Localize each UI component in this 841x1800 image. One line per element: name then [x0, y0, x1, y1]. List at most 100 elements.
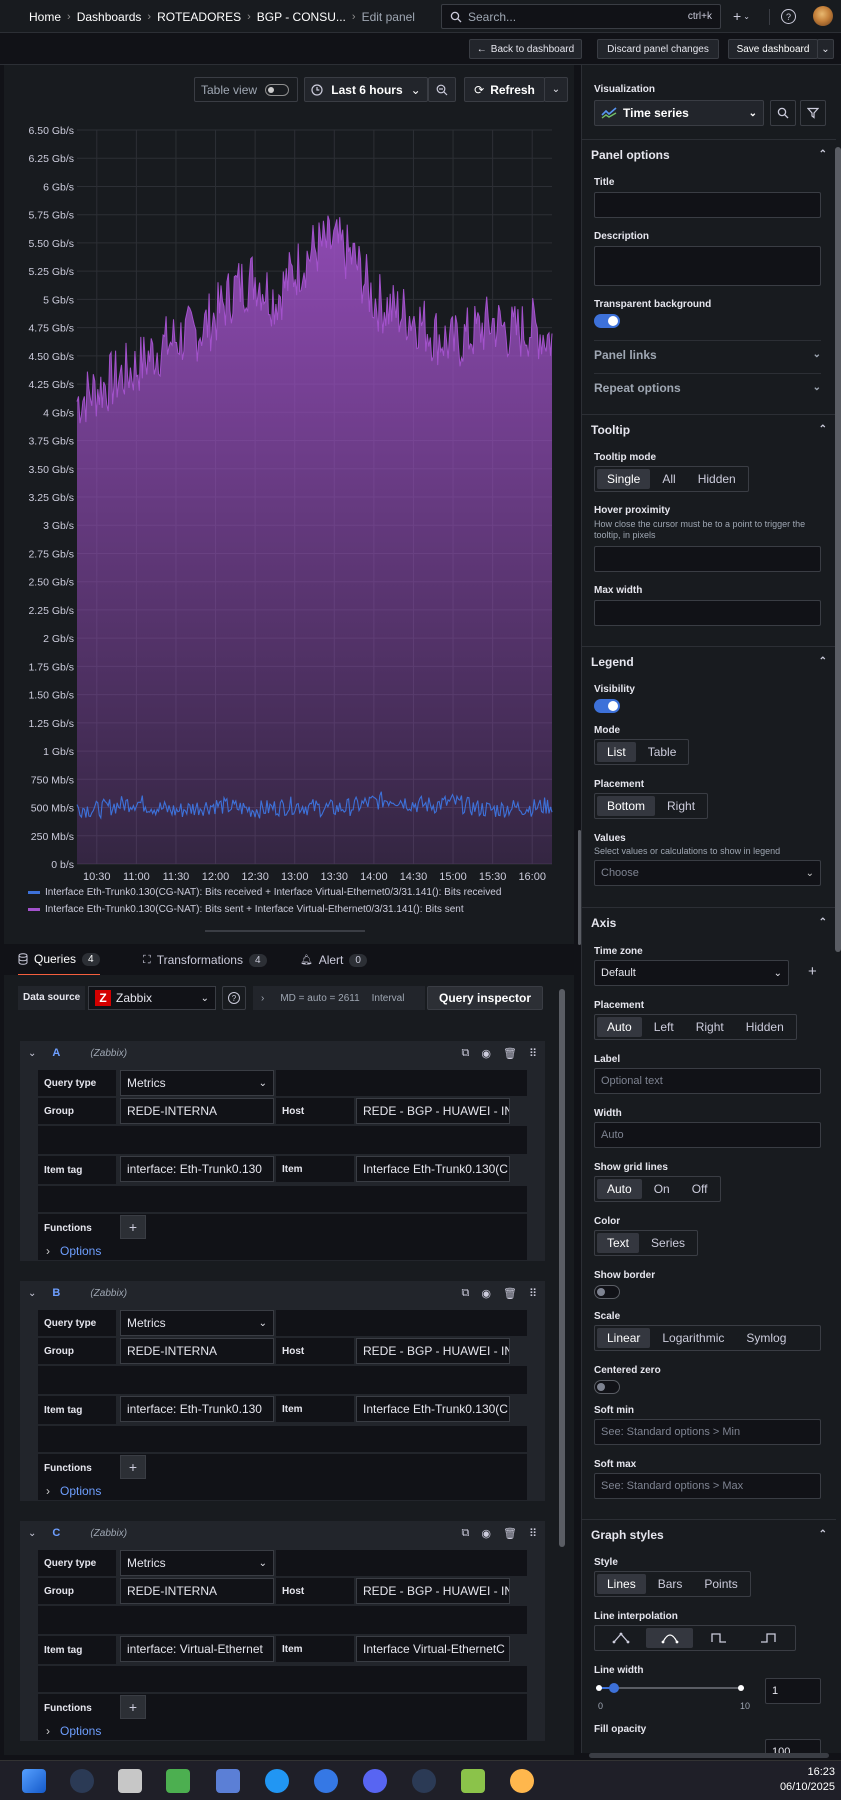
trash-icon[interactable]: 🗑︎: [503, 1527, 517, 1540]
axis-width-input[interactable]: Auto: [594, 1122, 821, 1148]
hover-proximity-input[interactable]: [594, 546, 821, 572]
discord-icon[interactable]: [363, 1769, 387, 1793]
app-icon-2[interactable]: [118, 1769, 142, 1793]
search-input[interactable]: Search... ctrl+k: [441, 4, 721, 29]
host-input[interactable]: REDE - BGP - HUAWEI - IN: [356, 1578, 510, 1604]
scale-linear[interactable]: Linear: [597, 1328, 651, 1348]
style-bars[interactable]: Bars: [648, 1574, 693, 1594]
query-type-select[interactable]: Metrics ⌄: [120, 1070, 274, 1096]
breadcrumb-dashboards[interactable]: Dashboards: [77, 10, 142, 24]
axis-color-series[interactable]: Series: [641, 1233, 695, 1253]
grid-lines-on[interactable]: On: [644, 1179, 680, 1199]
app-icon-4[interactable]: [216, 1769, 240, 1793]
legend-section[interactable]: Legend ⌃: [582, 646, 836, 676]
add-function-button[interactable]: +: [120, 1695, 146, 1719]
soft-max-input[interactable]: See: Standard options > Max: [594, 1473, 821, 1499]
notepad-icon[interactable]: [166, 1769, 190, 1793]
item-input[interactable]: Interface Eth-Trunk0.130(C: [356, 1156, 510, 1182]
save-options-dropdown[interactable]: ⌄: [817, 39, 834, 59]
values-select[interactable]: Choose ⌄: [594, 860, 821, 886]
tab-queries[interactable]: Queries 4: [18, 944, 100, 976]
interp-step-before-icon[interactable]: [695, 1628, 742, 1648]
drag-handle-icon[interactable]: ⠿: [529, 1287, 537, 1300]
axis-placement-left[interactable]: Left: [644, 1017, 684, 1037]
query-id[interactable]: A: [52, 1047, 60, 1059]
chevron-down-icon[interactable]: ⌄: [28, 1288, 36, 1299]
tab-transformations[interactable]: ⛶ Transformations 4: [143, 944, 267, 976]
filter-options-button[interactable]: [800, 100, 826, 126]
trash-icon[interactable]: 🗑︎: [503, 1287, 517, 1300]
discard-changes-button[interactable]: Discard panel changes: [597, 39, 719, 59]
options-toggle[interactable]: › Options: [38, 1482, 527, 1500]
app-icon-8[interactable]: [412, 1769, 436, 1793]
duplicate-icon[interactable]: ⧉: [462, 1527, 470, 1540]
item-input[interactable]: Interface Virtual-EthernetC: [356, 1636, 510, 1662]
resize-splitter[interactable]: [205, 930, 365, 932]
save-dashboard-button[interactable]: Save dashboard: [728, 39, 818, 59]
trash-icon[interactable]: 🗑︎: [503, 1047, 517, 1060]
tooltip-section[interactable]: Tooltip ⌃: [582, 414, 836, 444]
fill-opacity-input[interactable]: 100: [765, 1739, 821, 1753]
eye-icon[interactable]: ◉: [481, 1527, 491, 1540]
query-id[interactable]: C: [52, 1527, 60, 1539]
host-input[interactable]: REDE - BGP - HUAWEI - IN: [356, 1098, 510, 1124]
eye-icon[interactable]: ◉: [481, 1047, 491, 1060]
legend-visibility-toggle[interactable]: [594, 699, 620, 713]
interp-step-after-icon[interactable]: [744, 1628, 791, 1648]
title-input[interactable]: [594, 192, 821, 218]
datasource-picker[interactable]: Z Zabbix ⌄: [88, 986, 216, 1010]
add-function-button[interactable]: +: [120, 1215, 146, 1239]
query-id[interactable]: B: [52, 1287, 60, 1299]
visualization-picker[interactable]: Time series ⌄: [594, 100, 764, 126]
system-clock[interactable]: 16:23 06/10/2025: [770, 1765, 835, 1795]
options-toggle[interactable]: › Options: [38, 1722, 527, 1740]
style-points[interactable]: Points: [694, 1574, 747, 1594]
axis-placement-hidden[interactable]: Hidden: [736, 1017, 794, 1037]
tooltip-mode-hidden[interactable]: Hidden: [688, 469, 746, 489]
scrollbar[interactable]: [835, 147, 841, 952]
panel-options-section[interactable]: Panel options ⌃: [582, 139, 836, 169]
graph-styles-section[interactable]: Graph styles ⌃: [582, 1519, 836, 1549]
search-options-button[interactable]: [770, 100, 796, 126]
line-width-slider[interactable]: [596, 1682, 744, 1694]
legend-placement-right[interactable]: Right: [657, 796, 705, 816]
timezone-select[interactable]: Default ⌄: [594, 960, 789, 986]
scrollbar[interactable]: [559, 989, 565, 1547]
panel-links-row[interactable]: Panel links ⌄: [594, 340, 821, 368]
axis-label-input[interactable]: Optional text: [594, 1068, 821, 1094]
line-width-input[interactable]: 1: [765, 1678, 821, 1704]
query-options[interactable]: › MD = auto = 2611 Interval: [253, 986, 425, 1010]
breadcrumb-dashboard[interactable]: BGP - CONSU...: [257, 10, 346, 24]
scale-logarithmic[interactable]: Logarithmic: [652, 1328, 734, 1348]
centered-zero-toggle[interactable]: [594, 1380, 620, 1394]
query-type-select[interactable]: Metrics ⌄: [120, 1310, 274, 1336]
max-width-input[interactable]: [594, 600, 821, 626]
drag-handle-icon[interactable]: ⠿: [529, 1527, 537, 1540]
tab-alert[interactable]: 🔔︎ Alert 0: [300, 944, 367, 976]
back-to-dashboard-button[interactable]: ← Back to dashboard: [469, 39, 582, 59]
grid-lines-auto[interactable]: Auto: [597, 1179, 642, 1199]
query-header[interactable]: ⌄ B (Zabbix) ⧉ ◉ 🗑︎ ⠿: [20, 1281, 545, 1305]
app-icon-9[interactable]: [461, 1769, 485, 1793]
options-toggle[interactable]: › Options: [38, 1242, 527, 1260]
axis-color-text[interactable]: Text: [597, 1233, 640, 1253]
avatar[interactable]: [813, 6, 833, 26]
show-border-toggle[interactable]: [594, 1285, 620, 1299]
breadcrumb-home[interactable]: Home: [29, 10, 61, 24]
item-input[interactable]: Interface Eth-Trunk0.130(C: [356, 1396, 510, 1422]
start-button-icon[interactable]: [22, 1769, 46, 1793]
chevron-down-icon[interactable]: ⌄: [28, 1048, 36, 1059]
item-tag-input[interactable]: interface: Virtual-Ethernet: [120, 1636, 274, 1662]
legend-placement-bottom[interactable]: Bottom: [597, 796, 656, 816]
chat-icon[interactable]: [265, 1769, 289, 1793]
scale-symlog[interactable]: Symlog: [736, 1328, 796, 1348]
duplicate-icon[interactable]: ⧉: [462, 1047, 470, 1060]
group-input[interactable]: REDE-INTERNA: [120, 1338, 274, 1364]
legend-mode-list[interactable]: List: [597, 742, 636, 762]
soft-min-input[interactable]: See: Standard options > Min: [594, 1419, 821, 1445]
interp-linear-icon[interactable]: [597, 1628, 644, 1648]
legend-mode-table[interactable]: Table: [638, 742, 687, 762]
drag-handle-icon[interactable]: ⠿: [529, 1047, 537, 1060]
axis-placement-right[interactable]: Right: [686, 1017, 734, 1037]
add-function-button[interactable]: +: [120, 1455, 146, 1479]
